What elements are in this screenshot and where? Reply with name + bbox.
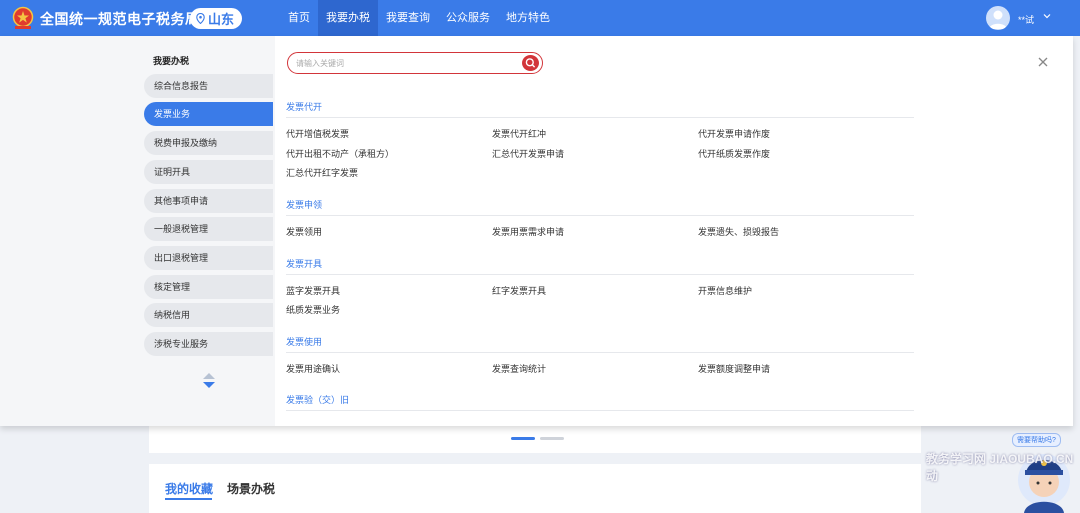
menu-link[interactable]: 发票用票需求申请	[492, 225, 564, 238]
sidebar-title: 我要办税	[153, 56, 190, 66]
section-divider	[286, 117, 914, 118]
search-icon	[525, 58, 536, 68]
site-title[interactable]: 全国统一规范电子税务局	[40, 9, 200, 29]
section-title-invoice-apply: 发票申领	[286, 200, 323, 210]
menu-link[interactable]: 代开发票申请作废	[698, 127, 770, 140]
nav-query[interactable]: 我要查询	[378, 0, 438, 36]
menu-link[interactable]: 汇总代开发票申请	[492, 147, 564, 160]
sidebar-item-general-refund[interactable]: 一般退税管理	[144, 217, 273, 241]
section-divider	[286, 274, 914, 275]
main-nav: 首页 我要办税 我要查询 公众服务 地方特色	[280, 0, 558, 36]
search-box	[287, 52, 543, 74]
section-title-invoice-issue: 发票开具	[286, 259, 323, 269]
chevron-down-icon[interactable]	[1043, 12, 1051, 20]
tax-emblem-logo	[12, 6, 34, 29]
menu-link[interactable]: 代开增值税发票	[286, 127, 349, 140]
sidebar-item-info-report[interactable]: 综合信息报告	[144, 74, 273, 98]
search-input[interactable]	[296, 56, 516, 70]
sidebar-item-export-refund[interactable]: 出口退税管理	[144, 246, 273, 270]
menu-link[interactable]: 代开纸质发票作废	[698, 147, 770, 160]
user-icon	[989, 10, 1007, 29]
menu-link[interactable]: 红字发票开具	[492, 284, 546, 297]
sidebar-item-declaration[interactable]: 税费申报及缴纳	[144, 131, 273, 155]
menu-link[interactable]: 汇总代开红字发票	[286, 166, 358, 179]
close-icon[interactable]	[1036, 55, 1050, 69]
sidebar-item-credit[interactable]: 纳税信用	[144, 303, 273, 327]
tab-scenario[interactable]: 场景办税	[227, 480, 275, 497]
nav-public-service[interactable]: 公众服务	[438, 0, 498, 36]
menu-link[interactable]: 开票信息维护	[698, 284, 752, 297]
section-title-invoice-usage: 发票使用	[286, 337, 323, 347]
section-title-invoice-check: 发票验（交）旧	[286, 395, 350, 405]
sidebar-item-professional[interactable]: 涉税专业服务	[144, 332, 273, 356]
section-divider	[286, 352, 914, 353]
favorites-card: 我的收藏 场景办税	[149, 464, 921, 513]
nav-local-features[interactable]: 地方特色	[498, 0, 558, 36]
menu-link[interactable]: 蓝字发票开具	[286, 284, 340, 297]
sidebar-item-other-request[interactable]: 其他事项申请	[144, 189, 273, 213]
sidebar-item-invoice[interactable]: 发票业务	[144, 102, 273, 126]
nav-tax-handling[interactable]: 我要办税	[318, 0, 378, 36]
tax-menu-panel: 我要办税 综合信息报告 发票业务 税费申报及缴纳 证明开具 其他事项申请 一般退…	[0, 36, 1073, 426]
location-pin-icon	[196, 13, 205, 24]
scroll-arrows-icon[interactable]	[202, 372, 216, 390]
region-selector[interactable]: 山东	[190, 8, 243, 29]
menu-link[interactable]: 纸质发票业务	[286, 303, 340, 316]
help-bubble[interactable]: 需要帮助吗?	[1012, 433, 1061, 447]
section-title-invoice-proxy: 发票代开	[286, 102, 323, 112]
tab-favorites[interactable]: 我的收藏	[165, 480, 213, 497]
watermark: 教务学习网 JIAOUBAO.CN 动	[926, 452, 1074, 483]
active-tab-underline	[165, 498, 212, 500]
menu-link[interactable]: 发票查询统计	[492, 362, 546, 375]
search-button[interactable]	[522, 55, 539, 71]
region-label: 山东	[208, 12, 235, 27]
menu-link[interactable]: 发票遗失、损毁报告	[698, 225, 779, 238]
carousel-dot-active[interactable]	[511, 437, 535, 440]
carousel-dot[interactable]	[540, 437, 564, 440]
section-divider	[286, 410, 914, 411]
menu-link[interactable]: 代开出租不动产（承租方）	[286, 147, 394, 160]
menu-link[interactable]: 发票额度调整申请	[698, 362, 770, 375]
menu-link[interactable]: 发票代开红冲	[492, 127, 546, 140]
nav-home[interactable]: 首页	[280, 0, 318, 36]
username[interactable]: **试	[1018, 13, 1034, 26]
sidebar-item-assessment[interactable]: 核定管理	[144, 275, 273, 299]
sidebar-item-certificate[interactable]: 证明开具	[144, 160, 273, 184]
user-avatar[interactable]	[986, 6, 1010, 30]
sidebar: 我要办税 综合信息报告 发票业务 税费申报及缴纳 证明开具 其他事项申请 一般退…	[0, 36, 275, 426]
top-header: 全国统一规范电子税务局 山东 首页 我要办税 我要查询 公众服务 地方特色 **…	[0, 0, 1080, 36]
menu-link[interactable]: 发票领用	[286, 225, 322, 238]
section-divider	[286, 215, 914, 216]
menu-link[interactable]: 发票用途确认	[286, 362, 340, 375]
